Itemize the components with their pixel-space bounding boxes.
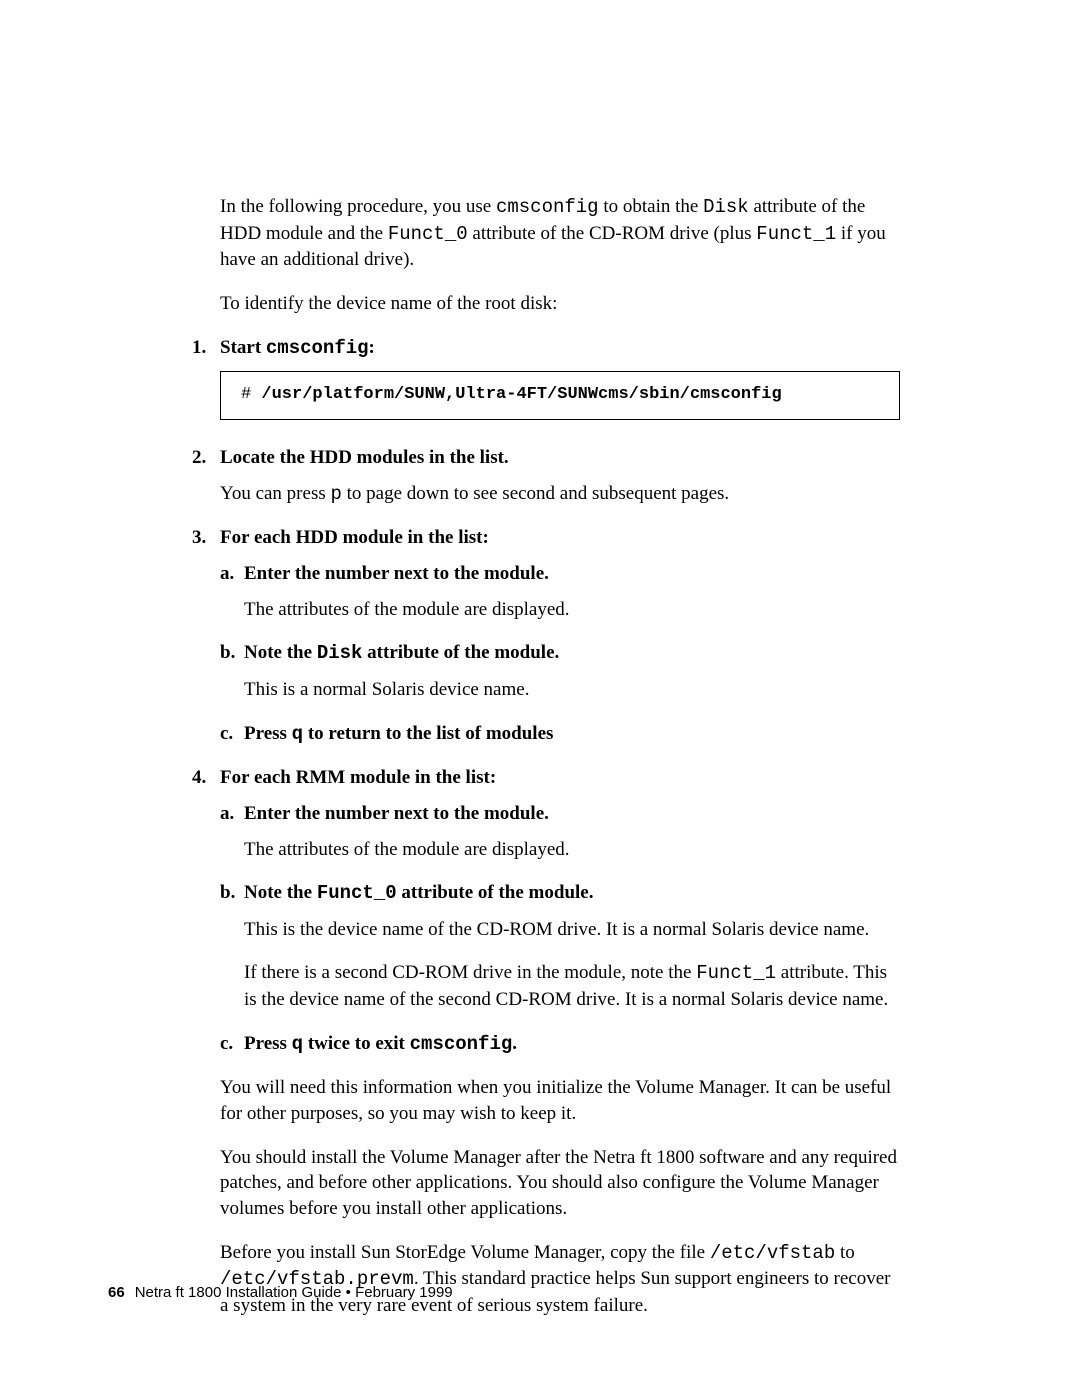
text: You can press: [220, 483, 330, 504]
code-vfstab: /etc/vfstab: [710, 1242, 835, 1264]
step-number: 1.: [192, 335, 220, 362]
step-4a: a. Enter the number next to the module.: [220, 801, 900, 827]
step-3: 3. For each HDD module in the list:: [192, 525, 900, 551]
text: to return to the list of modules: [303, 723, 553, 744]
code-funct0: Funct_0: [388, 223, 468, 245]
prompt: #: [241, 385, 261, 404]
substep-letter: a.: [220, 801, 244, 827]
step-label: For each HDD module in the list:: [220, 525, 900, 551]
text: attribute of the module.: [397, 882, 594, 903]
text: to page down to see second and subsequen…: [342, 483, 729, 504]
text: twice to exit: [303, 1033, 410, 1054]
text: Before you install Sun StorEdge Volume M…: [220, 1242, 710, 1263]
substep-label: Press q twice to exit cmsconfig.: [244, 1031, 900, 1058]
text: Note the: [244, 882, 317, 903]
text: Note the: [244, 642, 317, 663]
code-cmsconfig: cmsconfig: [266, 337, 369, 359]
code-funct1: Funct_1: [756, 223, 836, 245]
substep-letter: c.: [220, 721, 244, 748]
step-number: 3.: [192, 525, 220, 551]
step-3b: b. Note the Disk attribute of the module…: [220, 640, 900, 667]
text: Press: [244, 1033, 292, 1054]
step-3c: c. Press q to return to the list of modu…: [220, 721, 900, 748]
step-label: Start cmsconfig:: [220, 335, 900, 362]
substep-label: Enter the number next to the module.: [244, 801, 900, 827]
step-2-desc: You can press p to page down to see seco…: [220, 481, 900, 508]
step-4: 4. For each RMM module in the list:: [192, 765, 900, 791]
footer-title: Netra ft 1800 Installation Guide • Febru…: [135, 1284, 453, 1301]
intro-paragraph-2: To identify the device name of the root …: [220, 291, 900, 317]
substep-letter: b.: [220, 880, 244, 907]
text: to obtain the: [599, 196, 703, 217]
code-q: q: [292, 723, 303, 745]
step-4b-desc-1: This is the device name of the CD-ROM dr…: [244, 917, 900, 943]
text: attribute of the module.: [362, 642, 559, 663]
closing-paragraph-1: You will need this information when you …: [220, 1075, 900, 1126]
step-3a: a. Enter the number next to the module.: [220, 561, 900, 587]
code-disk: Disk: [317, 642, 363, 664]
step-number: 2.: [192, 445, 220, 471]
step-1: 1. Start cmsconfig:: [192, 335, 900, 362]
substep-letter: c.: [220, 1031, 244, 1058]
step-label: For each RMM module in the list:: [220, 765, 900, 791]
closing-paragraph-3: Before you install Sun StorEdge Volume M…: [220, 1240, 900, 1319]
text: to: [835, 1242, 855, 1263]
substep-label: Note the Disk attribute of the module.: [244, 640, 900, 667]
step-label: Locate the HDD modules in the list.: [220, 445, 900, 471]
step-4b-desc-2: If there is a second CD-ROM drive in the…: [244, 960, 900, 1012]
substep-letter: b.: [220, 640, 244, 667]
page-content: In the following procedure, you use cmsc…: [220, 194, 900, 1337]
substep-label: Press q to return to the list of modules: [244, 721, 900, 748]
command: /usr/platform/SUNW,Ultra-4FT/SUNWcms/sbi…: [261, 385, 781, 404]
step-number: 4.: [192, 765, 220, 791]
text: attribute of the CD-ROM drive (plus: [468, 223, 757, 244]
step-2: 2. Locate the HDD modules in the list.: [192, 445, 900, 471]
text: :: [369, 337, 375, 358]
code-funct1: Funct_1: [696, 962, 776, 984]
step-3b-desc: This is a normal Solaris device name.: [244, 677, 900, 703]
text: Start: [220, 337, 266, 358]
closing-paragraph-2: You should install the Volume Manager af…: [220, 1145, 900, 1222]
code-p: p: [330, 483, 341, 505]
code-cmsconfig: cmsconfig: [410, 1033, 513, 1055]
page-number: 66: [108, 1284, 125, 1301]
code-disk: Disk: [703, 196, 749, 218]
substep-letter: a.: [220, 561, 244, 587]
substep-label: Enter the number next to the module.: [244, 561, 900, 587]
step-3a-desc: The attributes of the module are display…: [244, 597, 900, 623]
step-4b: b. Note the Funct_0 attribute of the mod…: [220, 880, 900, 907]
text: If there is a second CD-ROM drive in the…: [244, 962, 696, 983]
text: In the following procedure, you use: [220, 196, 496, 217]
code-block: # /usr/platform/SUNW,Ultra-4FT/SUNWcms/s…: [220, 371, 900, 420]
text: Press: [244, 723, 292, 744]
step-4c: c. Press q twice to exit cmsconfig.: [220, 1031, 900, 1058]
code-q: q: [292, 1033, 303, 1055]
intro-paragraph-1: In the following procedure, you use cmsc…: [220, 194, 900, 273]
step-4a-desc: The attributes of the module are display…: [244, 837, 900, 863]
code-cmsconfig: cmsconfig: [496, 196, 599, 218]
code-funct0: Funct_0: [317, 882, 397, 904]
page-footer: 66 Netra ft 1800 Installation Guide • Feb…: [108, 1283, 453, 1303]
text: .: [512, 1033, 517, 1054]
substep-label: Note the Funct_0 attribute of the module…: [244, 880, 900, 907]
